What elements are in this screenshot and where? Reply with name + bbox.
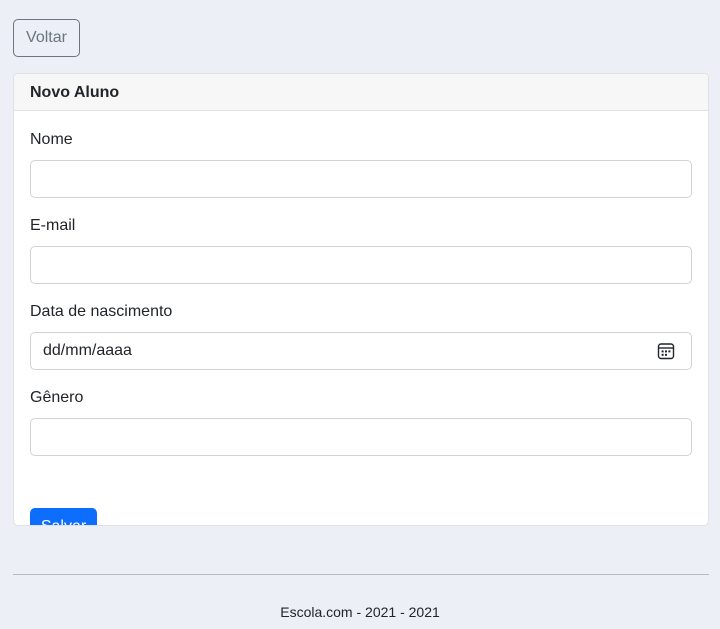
footer-divider: [13, 574, 709, 575]
email-field-group: E-mail: [30, 216, 692, 284]
name-label: Nome: [30, 131, 73, 148]
gender-label: Gênero: [30, 389, 84, 406]
email-input[interactable]: [30, 246, 692, 284]
name-input[interactable]: [30, 160, 692, 198]
back-button[interactable]: Voltar: [13, 19, 80, 57]
gender-input[interactable]: [30, 418, 692, 456]
birthdate-field-group: Data de nascimento dd/mm/aaaa: [30, 302, 692, 370]
save-button[interactable]: Salvar: [30, 508, 97, 525]
email-label: E-mail: [30, 217, 76, 234]
gender-field-group: Gênero: [30, 388, 692, 456]
name-field-group: Nome: [30, 130, 692, 198]
calendar-icon[interactable]: [657, 342, 675, 360]
footer-text: Escola.com - 2021 - 2021: [280, 604, 440, 620]
birthdate-input[interactable]: dd/mm/aaaa: [30, 332, 692, 370]
birthdate-placeholder: dd/mm/aaaa: [43, 342, 132, 359]
new-student-card: Novo Aluno Nome E-mail Data de nasciment…: [13, 73, 709, 526]
card-title: Novo Aluno: [14, 74, 708, 111]
birthdate-label: Data de nascimento: [30, 303, 173, 320]
